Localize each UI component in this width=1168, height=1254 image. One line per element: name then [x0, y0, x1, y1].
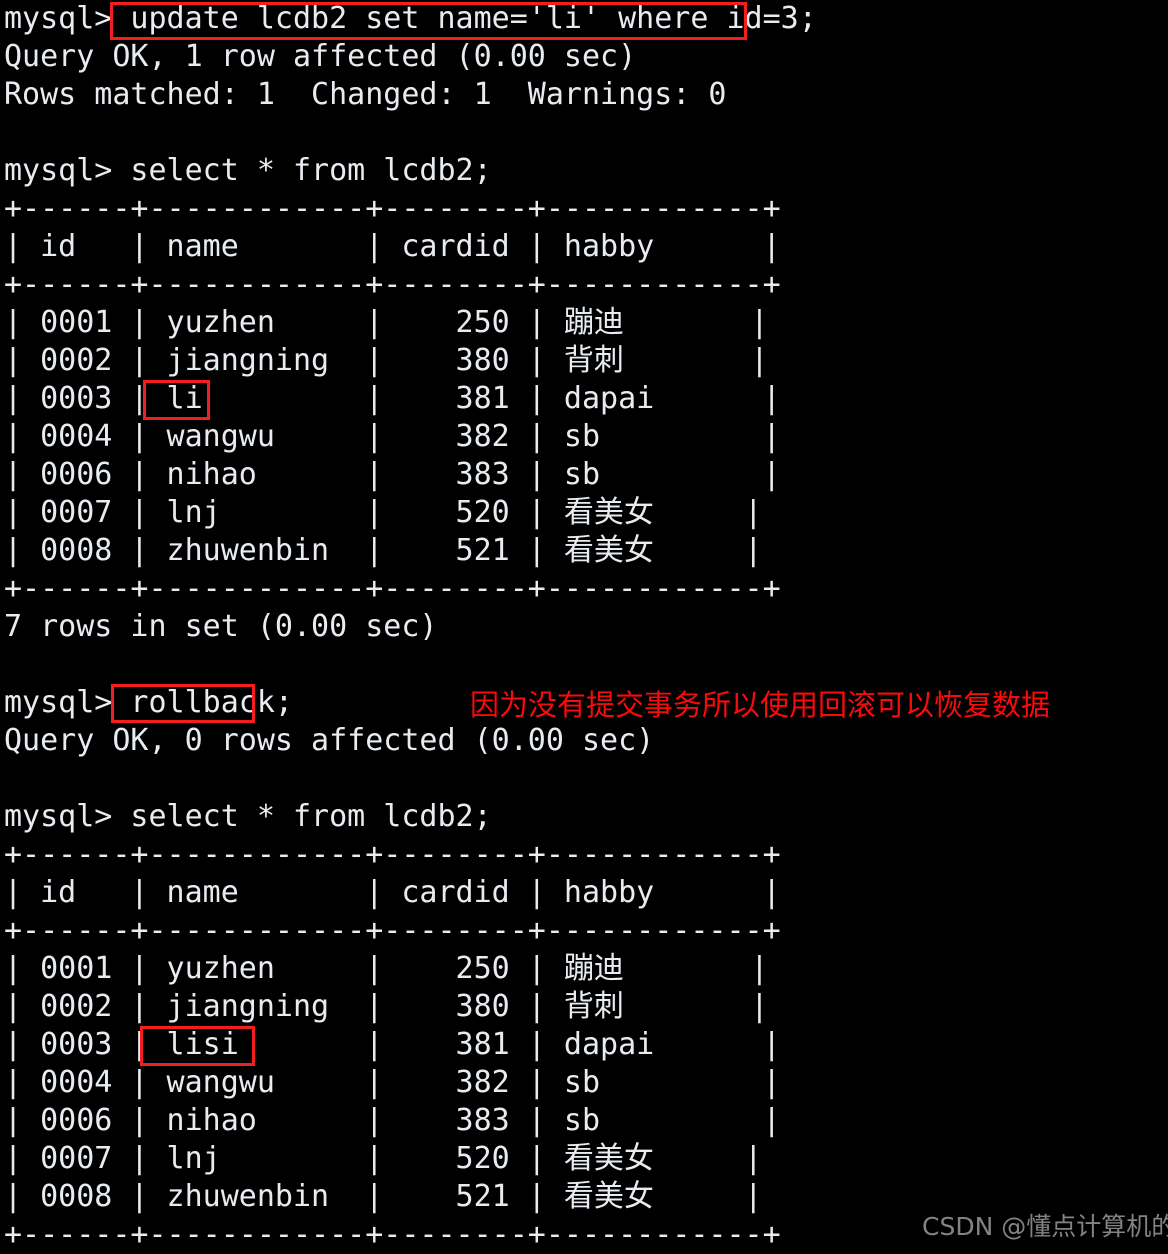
table2-row-7: | 0008 | zhuwenbin | 521 | 看美女 |: [4, 1179, 763, 1214]
result-rows-matched: Rows matched: 1 Changed: 1 Warnings: 0: [4, 77, 727, 112]
table2-border-header: +------+------------+--------+----------…: [4, 913, 781, 948]
table1-row-5: | 0006 | nihao | 383 | sb |: [4, 457, 781, 492]
result-rowcount-1: 7 rows in set (0.00 sec): [4, 609, 438, 644]
table2-row-3: | 0003 | lisi | 381 | dapai |: [4, 1027, 781, 1062]
table2-row-1: | 0001 | yuzhen | 250 | 蹦迪 |: [4, 951, 769, 986]
table2-row-4: | 0004 | wangwu | 382 | sb |: [4, 1065, 781, 1100]
prompt-select-2: mysql> select * from lcdb2;: [4, 799, 492, 834]
table2-row-6: | 0007 | lnj | 520 | 看美女 |: [4, 1141, 763, 1176]
result-query-ok-update: Query OK, 1 row affected (0.00 sec): [4, 39, 637, 74]
prompt-update-statement: mysql> update lcdb2 set name='li' where …: [4, 1, 817, 36]
terminal-window[interactable]: mysql> update lcdb2 set name='li' where …: [0, 0, 1168, 1252]
table1-row-3: | 0003 | li | 381 | dapai |: [4, 381, 781, 416]
table2-header-row: | id | name | cardid | habby |: [4, 875, 781, 910]
table1-border-top: +------+------------+--------+----------…: [4, 191, 781, 226]
table1-row-2: | 0002 | jiangning | 380 | 背刺 |: [4, 343, 769, 378]
table1-row-6: | 0007 | lnj | 520 | 看美女 |: [4, 495, 763, 530]
table2-border-top: +------+------------+--------+----------…: [4, 837, 781, 872]
table1-border-header: +------+------------+--------+----------…: [4, 267, 781, 302]
table1-header-row: | id | name | cardid | habby |: [4, 229, 781, 264]
table2-row-2: | 0002 | jiangning | 380 | 背刺 |: [4, 989, 769, 1024]
table1-border-bottom: +------+------------+--------+----------…: [4, 571, 781, 606]
table2-row-5: | 0006 | nihao | 383 | sb |: [4, 1103, 781, 1138]
result-query-ok-rollback: Query OK, 0 rows affected (0.00 sec): [4, 723, 655, 758]
table1-row-4: | 0004 | wangwu | 382 | sb |: [4, 419, 781, 454]
table1-row-7: | 0008 | zhuwenbin | 521 | 看美女 |: [4, 533, 763, 568]
csdn-watermark: CSDN @懂点计算机的小白: [922, 1212, 1168, 1241]
table1-row-1: | 0001 | yuzhen | 250 | 蹦迪 |: [4, 305, 769, 340]
annotation-rollback-note: 因为没有提交事务所以使用回滚可以恢复数据: [470, 688, 1051, 722]
prompt-select-1: mysql> select * from lcdb2;: [4, 153, 492, 188]
